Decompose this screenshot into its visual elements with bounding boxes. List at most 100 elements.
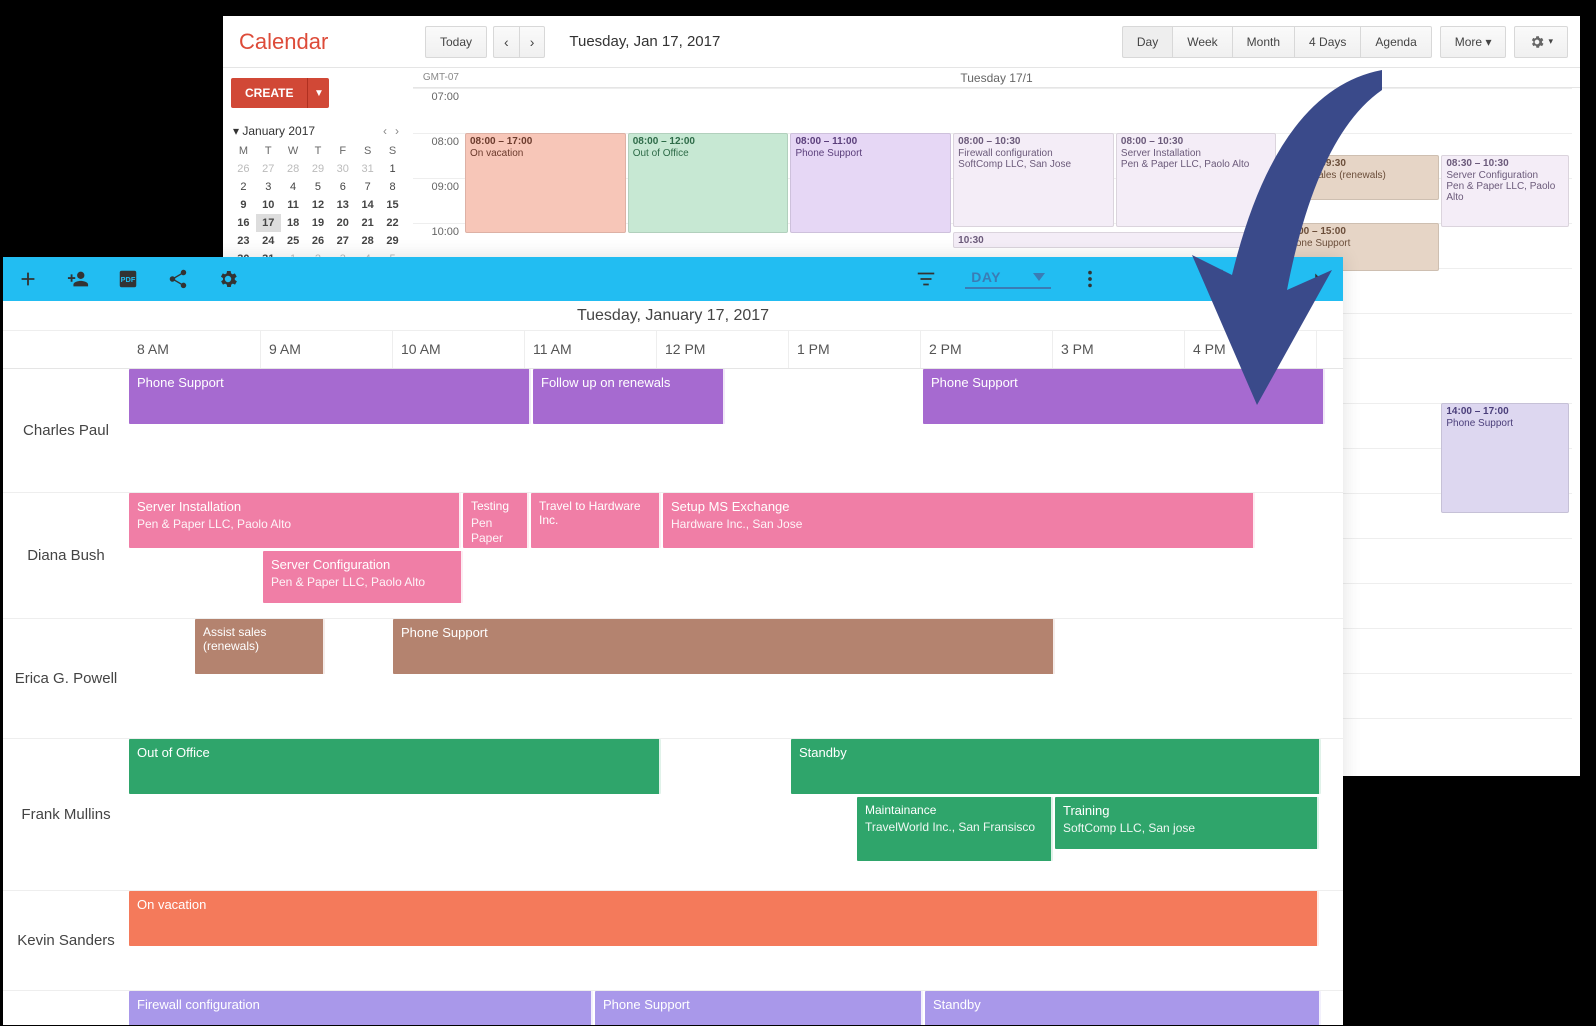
create-button[interactable]: CREATE [231,78,307,108]
gcal-header: Calendar Today ‹ › Tuesday, Jan 17, 2017… [223,16,1580,68]
event[interactable]: MaintainanceTravelWorld Inc., San Fransi… [857,797,1053,861]
gcal-event[interactable]: 08:00 – 10:30Firewall configurationSoftC… [953,133,1114,227]
view-4days[interactable]: 4 Days [1294,26,1360,58]
mini-day[interactable]: 2 [231,178,256,196]
mini-day[interactable]: 18 [281,214,306,232]
event[interactable]: Server ConfigurationPen & Paper LLC, Pao… [263,551,463,603]
mini-day[interactable]: 29 [306,160,331,178]
settings-button[interactable]: ▾ [1514,26,1568,58]
gcal-logo: Calendar [235,29,425,55]
datepicker-button[interactable] [1207,268,1229,290]
mini-day[interactable]: 22 [380,214,405,232]
current-date: Tuesday, Jan 17, 2017 [569,33,720,50]
mini-prev[interactable]: ‹ [379,124,391,138]
add-person-button[interactable] [67,268,89,290]
mini-day[interactable]: 1 [380,160,405,178]
mini-day[interactable]: 20 [330,214,355,232]
mini-day[interactable]: 5 [306,178,331,196]
mini-day[interactable]: 3 [256,178,281,196]
gcal-event[interactable]: 08:30 – 10:30Server ConfigurationPen & P… [1441,155,1568,227]
mini-day[interactable]: 31 [355,160,380,178]
view-month[interactable]: Month [1232,26,1294,58]
mini-next[interactable]: › [391,124,403,138]
mini-day[interactable]: 26 [306,232,331,250]
view-switcher: DayWeekMonth4 DaysAgenda [1122,26,1432,58]
time-header: 8 AM9 AM10 AM11 AM12 PM1 PM2 PM3 PM4 PM [129,331,1343,369]
mini-day[interactable]: 28 [281,160,306,178]
event[interactable]: Phone Support [129,369,531,424]
event[interactable]: Firewall configuration [129,991,593,1025]
more-button[interactable]: More ▾ [1440,26,1507,58]
add-button[interactable] [17,268,39,290]
event[interactable]: Standby [925,991,1321,1025]
gear-icon [217,268,239,290]
event[interactable]: TrainingSoftComp LLC, San jose [1055,797,1319,849]
mini-day[interactable]: 24 [256,232,281,250]
mini-day[interactable]: 23 [231,232,256,250]
event[interactable]: Out of Office [129,739,661,794]
mini-day[interactable]: 29 [380,232,405,250]
mini-day[interactable]: 15 [380,196,405,214]
mini-day[interactable]: 13 [330,196,355,214]
gcal-event[interactable]: 08:00 – 10:30Server InstallationPen & Pa… [1116,133,1277,227]
event[interactable]: Server InstallationPen & Paper LLC, Paol… [129,493,461,548]
view-dropdown[interactable]: DAY [965,269,1051,289]
svg-text:PDF: PDF [121,275,136,284]
mini-day[interactable]: 9 [231,196,256,214]
mini-day[interactable]: 12 [306,196,331,214]
mini-day[interactable]: 10 [256,196,281,214]
view-agenda[interactable]: Agenda [1360,26,1431,58]
next-button[interactable]: › [519,26,546,58]
mini-day[interactable]: 16 [231,214,256,232]
today-button[interactable]: Today [425,26,487,58]
mini-day[interactable]: 25 [281,232,306,250]
mini-day[interactable]: 26 [231,160,256,178]
mini-day[interactable]: 17 [256,214,281,232]
event[interactable]: Phone Support [923,369,1325,424]
view-week[interactable]: Week [1172,26,1231,58]
gcal-event[interactable]: 08:00 – 17:00On vacation [465,133,626,233]
mini-day[interactable]: 6 [330,178,355,196]
date-title: Tuesday, January 17, 2017 [3,301,1343,331]
settings-button[interactable] [217,268,239,290]
mini-day[interactable]: 4 [281,178,306,196]
mini-day[interactable]: 7 [355,178,380,196]
event[interactable]: Follow up on renewals [533,369,725,424]
mini-day[interactable]: 28 [355,232,380,250]
gcal-event[interactable]: 08:00 – 11:00Phone Support [790,133,951,233]
gcal-event[interactable]: 08:00 – 12:00Out of Office [628,133,789,233]
mini-calendar[interactable]: ▾ January 2017 ‹› MTWTFSS262728293031123… [231,120,405,268]
mini-day[interactable]: 27 [256,160,281,178]
menu-button[interactable] [1079,268,1101,290]
event[interactable]: Setup MS ExchangeHardware Inc., San Jose [663,493,1255,548]
person-row: Phone SupportFollow up on renewalsPhone … [129,369,1343,493]
pdf-button[interactable]: PDF [117,268,139,290]
mini-month-label: January 2017 [242,124,315,138]
mini-day[interactable]: 30 [330,160,355,178]
mini-day[interactable]: 19 [306,214,331,232]
view-label: DAY [971,269,1001,285]
mini-day[interactable]: 11 [281,196,306,214]
mini-day[interactable]: 14 [355,196,380,214]
event[interactable]: Travel to Hardware Inc. [531,493,661,548]
event[interactable]: Phone Support [393,619,1055,674]
event[interactable]: On vacation [129,891,1319,946]
view-day[interactable]: Day [1122,26,1172,58]
create-dropdown[interactable]: ▼ [307,78,329,108]
mini-day[interactable]: 8 [380,178,405,196]
mini-day[interactable]: 27 [330,232,355,250]
filter-button[interactable] [915,268,937,290]
next-day-button[interactable] [1307,268,1329,290]
gcal-event[interactable]: 10:30TestingDan Pascal LLC, Paolo Alto [953,232,1252,248]
event[interactable]: Phone Support [595,991,923,1025]
gcal-event[interactable]: 08:30 – 09:30Assist sales (renewals) [1279,155,1440,200]
event[interactable]: Standby [791,739,1321,794]
share-button[interactable] [167,268,189,290]
event[interactable]: TestingPen Paper [463,493,529,548]
prev-day-button[interactable] [1257,268,1279,290]
event[interactable]: Assist sales (renewals) [195,619,325,674]
gcal-event[interactable]: 14:00 – 17:00Phone Support [1441,403,1568,513]
prev-button[interactable]: ‹ [493,26,519,58]
person-name: Frank Mullins [3,739,129,891]
mini-day[interactable]: 21 [355,214,380,232]
